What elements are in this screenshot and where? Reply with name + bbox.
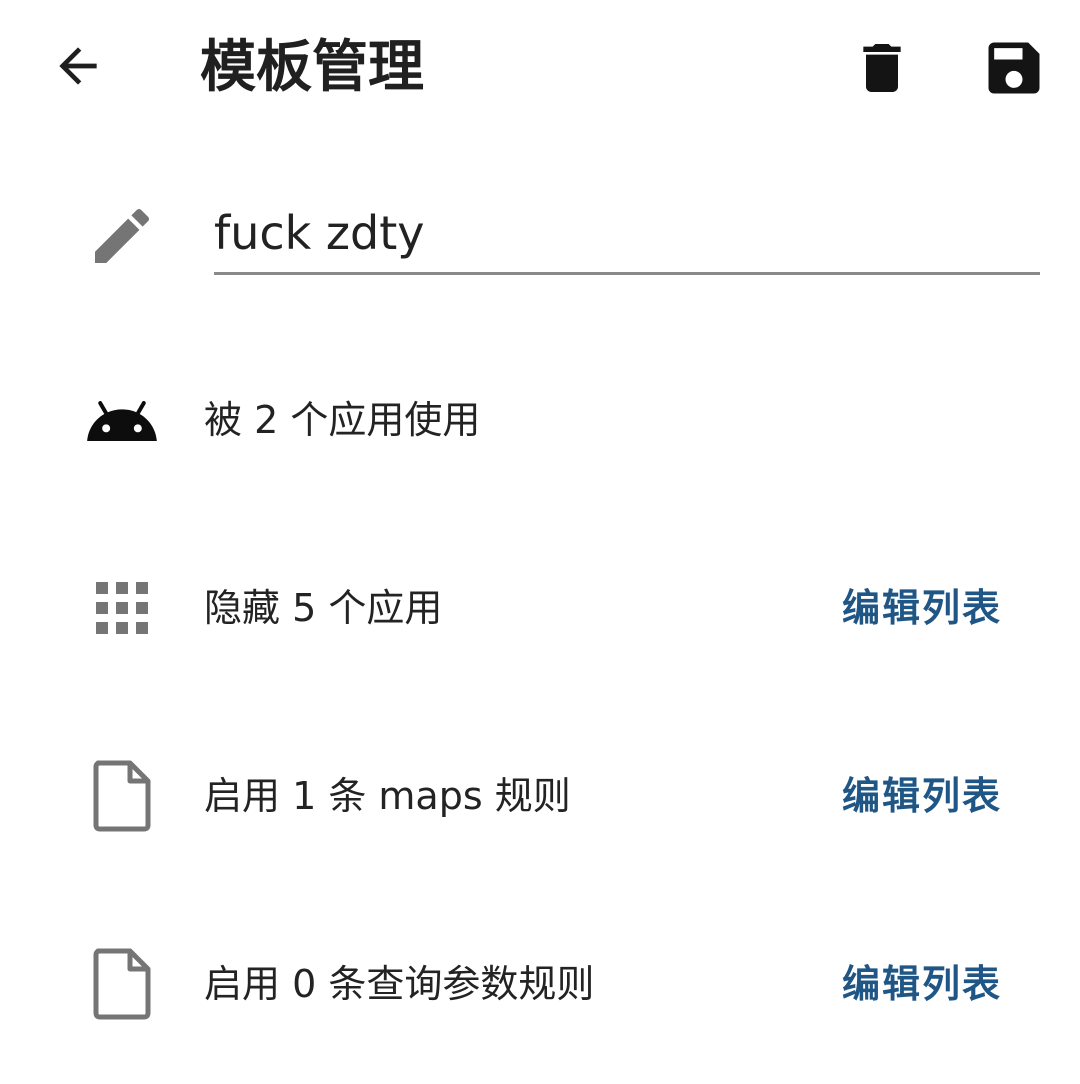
edit-query-param-rules-button[interactable]: 编辑列表 <box>842 960 1002 1008</box>
floppy-disk-icon <box>988 42 1040 94</box>
arrow-back-icon <box>59 47 97 85</box>
android-icon <box>82 382 162 462</box>
edit-hidden-apps-button[interactable]: 编辑列表 <box>842 584 1002 632</box>
app-grid-icon <box>82 568 162 648</box>
save-button[interactable] <box>976 30 1052 106</box>
delete-button[interactable] <box>846 30 918 106</box>
hidden-apps-text: 隐藏 5 个应用 <box>204 586 443 630</box>
pencil-icon <box>86 200 158 272</box>
template-name-input[interactable] <box>214 200 1040 275</box>
page-title: 模板管理 <box>200 35 424 100</box>
back-button[interactable] <box>40 28 116 104</box>
query-param-rules-text: 启用 0 条查询参数规则 <box>204 962 595 1006</box>
trash-icon <box>863 44 901 92</box>
file-icon <box>82 944 162 1024</box>
maps-rules-text: 启用 1 条 maps 规则 <box>204 774 571 818</box>
used-by-apps-text: 被 2 个应用使用 <box>204 398 481 442</box>
file-icon <box>82 756 162 836</box>
edit-maps-rules-button[interactable]: 编辑列表 <box>842 772 1002 820</box>
